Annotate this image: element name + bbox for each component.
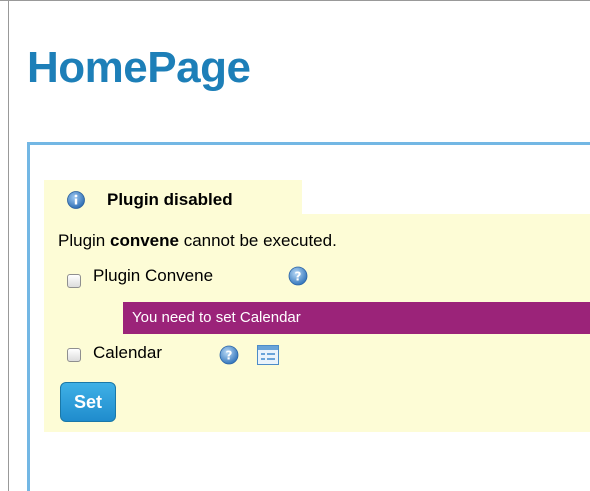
page-title: HomePage bbox=[27, 43, 251, 92]
set-button[interactable]: Set bbox=[60, 382, 116, 422]
calendar-icon-line bbox=[267, 358, 275, 360]
window-left-border bbox=[8, 0, 9, 491]
calendar-label: Calendar bbox=[93, 343, 162, 362]
plugin-disabled-label: Plugin disabled bbox=[107, 190, 233, 209]
message-suffix: cannot be executed. bbox=[178, 231, 337, 250]
message-plugin-name: convene bbox=[109, 231, 179, 250]
plugin-message: Plugin convene cannot be executed. bbox=[58, 230, 337, 252]
plugin-disabled-tab: Plugin disabled bbox=[44, 180, 302, 216]
plugin-convene-checkbox[interactable] bbox=[67, 274, 81, 288]
calendar-icon-line bbox=[261, 358, 265, 360]
svg-text:?: ? bbox=[295, 270, 302, 284]
plugin-convene-label: Plugin Convene bbox=[93, 266, 214, 285]
calendar-icon-header bbox=[258, 346, 278, 350]
help-icon[interactable]: ? bbox=[288, 266, 308, 286]
message-prefix: Plugin bbox=[58, 231, 110, 250]
window-top-border bbox=[0, 0, 590, 1]
info-icon bbox=[67, 191, 85, 214]
calendar-checkbox[interactable] bbox=[67, 348, 81, 362]
calendar-icon-line bbox=[261, 353, 265, 355]
help-icon[interactable]: ? bbox=[219, 345, 239, 365]
error-message: You need to set Calendar bbox=[123, 302, 590, 334]
calendar-icon-line bbox=[267, 353, 275, 355]
calendar-icon[interactable] bbox=[257, 345, 279, 365]
svg-text:?: ? bbox=[226, 349, 233, 363]
